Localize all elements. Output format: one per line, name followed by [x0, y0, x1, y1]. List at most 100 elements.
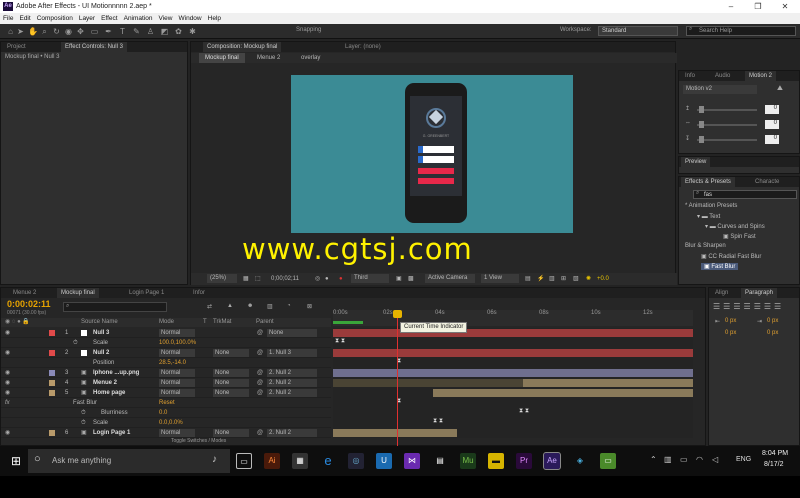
trkmat-select[interactable]: None [213, 349, 249, 357]
task-view-icon[interactable]: ▭ [236, 453, 252, 469]
visual-studio-icon[interactable]: ⋈ [404, 453, 420, 469]
current-time-indicator[interactable] [397, 312, 398, 446]
muse-icon[interactable]: Mu [460, 453, 476, 469]
layer-row-home-page[interactable]: ◉ 5 ▣ Home page Normal None @ 2. Null 2 [1, 388, 331, 398]
mode-select[interactable]: Normal [159, 369, 195, 377]
track-area[interactable]: ⧗ ⧗ ⧗ ⧗ ⧗ ⧗ ⧗ ⧗ [333, 328, 693, 438]
pan-tool-icon[interactable]: ✥ [76, 27, 85, 36]
after-effects-taskbar-icon[interactable]: Ae [543, 452, 561, 470]
camera-tool-icon[interactable]: ◉ [64, 27, 73, 36]
subtab-menue-2[interactable]: Menue 2 [257, 53, 280, 63]
visibility-eye-icon[interactable]: ◉ [5, 348, 10, 358]
timeline-icon[interactable]: ▥ [549, 273, 555, 285]
layer-row-null-2[interactable]: ◉ 2 Null 2 Normal None @ 1. Null 3 [1, 348, 331, 358]
workspace-select[interactable]: Standard [598, 26, 678, 36]
property-row-scale-2[interactable]: ⏱ Scale 0.0,0.0% [1, 418, 331, 428]
menu-help[interactable]: Help [205, 13, 224, 24]
snapping-label[interactable]: Snapping [296, 27, 321, 33]
windows-start-icon[interactable]: ⊞ [8, 453, 24, 469]
parent-select[interactable]: None [267, 329, 317, 337]
visibility-eye-icon[interactable]: ◉ [5, 428, 10, 438]
brush-tool-icon[interactable]: ✎ [132, 27, 141, 36]
media-encoder-icon[interactable]: ▦ [292, 453, 308, 469]
show-channel-icon[interactable]: ● [325, 273, 329, 285]
layer-bar-iphone[interactable] [333, 369, 693, 377]
layer-row-login-page-1[interactable]: ◉ 6 ▣ Login Page 1 Normal None @ 2. Null… [1, 428, 331, 438]
parent-select[interactable]: 2. Null 2 [267, 389, 317, 397]
pickwhip-icon[interactable]: @ [257, 328, 263, 338]
tab-menue-2[interactable]: Menue 2 [9, 288, 40, 298]
roto-tool-icon[interactable]: ✿ [174, 27, 183, 36]
stamp-tool-icon[interactable]: ♙ [146, 27, 155, 36]
label-color-swatch[interactable] [49, 330, 55, 336]
photos-icon[interactable]: ◈ [572, 453, 588, 469]
indent-left-value[interactable]: 0 px [725, 318, 736, 324]
slider-track-2[interactable] [697, 124, 757, 126]
view-layout-select[interactable]: 1 View [481, 274, 519, 283]
trkmat-select[interactable]: None [213, 429, 249, 437]
slider-handle-1[interactable] [699, 106, 704, 113]
edge-icon[interactable]: e [320, 453, 336, 469]
parent-select[interactable]: 2. Null 2 [267, 379, 317, 387]
value-field-2[interactable]: 0 [765, 120, 779, 129]
keyframe-icon[interactable]: ⧗ ⧗ [519, 408, 529, 415]
zoom-tool-icon[interactable]: ⌕ [40, 27, 49, 36]
layer-bar-home-page[interactable] [433, 389, 693, 397]
layer-icon[interactable]: ▧ [573, 273, 579, 285]
visibility-eye-icon[interactable]: ◉ [5, 388, 10, 398]
eraser-tool-icon[interactable]: ◩ [160, 27, 169, 36]
graph-editor-icon[interactable]: ⊠ [307, 303, 312, 310]
stopwatch-icon[interactable]: ⏱ [81, 408, 86, 418]
keyframe-icon[interactable]: ⧗ ⧗ [335, 338, 345, 345]
property-value[interactable]: 28.5,-14.0 [159, 358, 186, 368]
effects-search-input[interactable]: fas [693, 190, 797, 199]
layer-name[interactable]: Iphone ...up.png [93, 368, 139, 378]
mode-select[interactable]: Normal [159, 429, 195, 437]
pickwhip-icon[interactable]: @ [257, 428, 263, 438]
stopwatch-icon[interactable]: ⏱ [81, 418, 86, 428]
u-app-icon[interactable]: U [376, 453, 392, 469]
align-buttons[interactable]: ☰☰☰☰☰☰☰ [713, 302, 784, 311]
trkmat-select[interactable]: None [213, 369, 249, 377]
hand-tool-icon[interactable]: ✋ [28, 27, 38, 36]
motion-blur-icon[interactable]: ◔ [287, 303, 291, 309]
tab-mockup-final[interactable]: Mockup final [57, 288, 99, 298]
tab-motion-2[interactable]: Motion 2 [745, 71, 777, 81]
label-color-swatch[interactable] [49, 350, 55, 356]
clock-time[interactable]: 8:04 PM [762, 450, 788, 457]
snapshot-icon[interactable]: ◎ [315, 273, 320, 285]
label-color-swatch[interactable] [49, 380, 55, 386]
toggle-pixel-icon[interactable]: ▤ [525, 273, 531, 285]
composition-viewer[interactable]: G. GREENBERT [291, 75, 573, 233]
taskbar-search-box[interactable]: ○ Ask me anything ♪ [28, 449, 230, 473]
tab-effects-presets[interactable]: Effects & Presets [681, 177, 735, 187]
property-value[interactable]: 0.0,0.0% [159, 418, 183, 428]
pickwhip-icon[interactable]: @ [257, 348, 263, 358]
tab-audio[interactable]: Audio [711, 71, 734, 81]
tree-item-cc-radial-fast-blur[interactable]: ▣ CC Radial Fast Blur [701, 253, 761, 260]
tree-item-blur-sharpen[interactable]: Blur & Sharpen [685, 243, 726, 249]
motion-dropdown[interactable]: Motion v2 [683, 85, 757, 94]
search-help-input[interactable]: Search Help [686, 26, 796, 36]
region-toggle-icon[interactable]: ⬚ [255, 273, 261, 285]
network-icon[interactable]: ▥ [664, 455, 672, 464]
menu-effect[interactable]: Effect [98, 13, 121, 24]
indent-right-value[interactable]: 0 px [767, 318, 778, 324]
unity-icon[interactable]: ◎ [348, 453, 364, 469]
fast-preview-icon[interactable]: ⚡ [537, 273, 544, 285]
mode-select[interactable]: Normal [159, 329, 195, 337]
layer-row-null-3[interactable]: ◉ 1 Null 3 Normal @ None [1, 328, 331, 338]
space-before-value[interactable]: 0 px [725, 330, 736, 336]
slider-handle-3[interactable] [699, 136, 704, 143]
layer-name[interactable]: Home page [93, 388, 125, 398]
language-indicator[interactable]: ENG [736, 456, 751, 463]
color-channel-icon[interactable]: ● [339, 273, 343, 285]
subtab-mockup-final[interactable]: Mockup final [199, 53, 245, 63]
flowchart-icon[interactable]: ⊞ [561, 273, 566, 285]
pen-tool-icon[interactable]: ✒ [104, 27, 113, 36]
time-ruler[interactable]: 0:00s 02s 04s 06s 08s 10s 12s [333, 310, 693, 326]
comp-mini-flowchart-icon[interactable]: ⇄ [207, 303, 212, 310]
pickwhip-icon[interactable]: @ [257, 388, 263, 398]
selection-tool-icon[interactable]: ➤ [16, 27, 25, 36]
layer-name[interactable]: Null 3 [93, 328, 109, 338]
